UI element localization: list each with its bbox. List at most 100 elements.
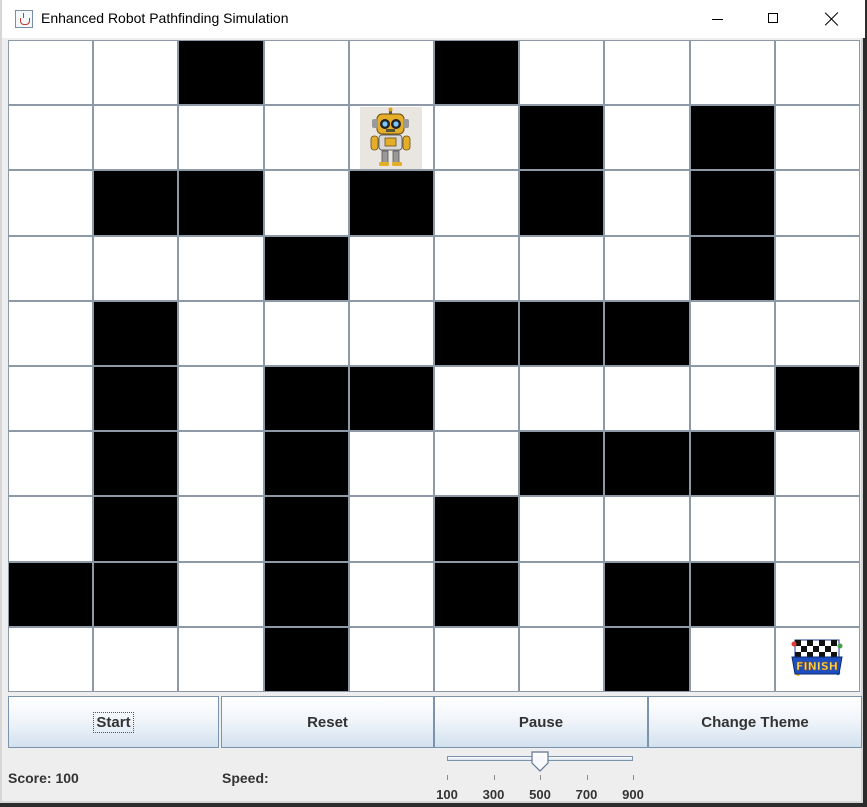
grid-cell-wall xyxy=(264,367,348,431)
grid-cell-wall xyxy=(690,171,774,235)
reset-button-label: Reset xyxy=(307,713,348,731)
grid-cell-wall xyxy=(605,562,689,626)
slider-tick xyxy=(633,775,634,780)
grid-cell-wall xyxy=(94,301,178,365)
slider-tick-label: 900 xyxy=(622,787,644,802)
grid-cell xyxy=(94,106,178,170)
grid-cell xyxy=(775,301,859,365)
grid-cell xyxy=(775,41,859,105)
grid-cell xyxy=(605,171,689,235)
maximize-button[interactable] xyxy=(750,0,796,38)
grid-cell xyxy=(264,106,348,170)
grid-cell xyxy=(349,301,433,365)
reset-button[interactable]: Reset xyxy=(221,696,434,748)
minimize-button[interactable] xyxy=(694,0,740,38)
app-window: Enhanced Robot Pathfinding Simulation FI… xyxy=(0,0,865,804)
grid-cell xyxy=(434,106,519,170)
grid-cell xyxy=(264,41,348,105)
close-icon xyxy=(825,12,839,26)
grid-cell xyxy=(94,236,178,300)
grid-cell xyxy=(264,171,348,235)
grid-cell xyxy=(775,236,859,300)
grid-cell xyxy=(349,497,433,561)
close-button[interactable] xyxy=(808,0,854,38)
grid-cell xyxy=(690,367,774,431)
grid-cell-wall xyxy=(434,301,519,365)
grid-cell-wall xyxy=(264,432,348,496)
grid-cell xyxy=(520,562,604,626)
grid-cell-wall xyxy=(690,432,774,496)
change-theme-button[interactable]: Change Theme xyxy=(648,696,862,748)
slider-tick xyxy=(586,775,588,780)
grid-cell xyxy=(179,301,263,365)
grid-cell-wall xyxy=(179,171,263,235)
grid-cell-wall xyxy=(434,41,519,105)
start-button-label: Start xyxy=(93,711,134,733)
grid-cell xyxy=(605,106,689,170)
speed-label: Speed: xyxy=(222,770,269,786)
window-title: Enhanced Robot Pathfinding Simulation xyxy=(41,10,289,26)
speed-slider[interactable]: 100 300 500 700 900 xyxy=(436,748,646,804)
grid-cell-wall xyxy=(690,236,774,300)
grid-cell xyxy=(9,301,93,365)
grid-cell xyxy=(349,562,433,626)
finish-flag-icon: FINISH xyxy=(791,639,843,677)
grid-cell xyxy=(179,367,263,431)
slider-tick xyxy=(493,775,495,780)
title-bar: Enhanced Robot Pathfinding Simulation xyxy=(2,0,865,38)
grid-cell xyxy=(520,627,604,691)
grid-cell xyxy=(349,41,433,105)
pause-button[interactable]: Pause xyxy=(434,696,648,748)
grid-cell-wall xyxy=(520,432,604,496)
slider-tick-label: 100 xyxy=(436,787,458,802)
grid-cell-wall xyxy=(775,367,859,431)
java-app-icon xyxy=(15,10,33,28)
grid-cell xyxy=(690,41,774,105)
maximize-icon xyxy=(768,13,778,23)
pause-button-label: Pause xyxy=(518,713,564,731)
grid-cell-wall xyxy=(264,562,348,626)
slider-tick-label: 700 xyxy=(575,787,598,802)
grid-cell xyxy=(775,432,859,496)
grid-cell-wall xyxy=(264,236,348,300)
grid-cell xyxy=(605,236,689,300)
grid-cell xyxy=(94,627,178,691)
grid-cell xyxy=(179,627,263,691)
change-theme-button-label: Change Theme xyxy=(701,713,809,731)
grid-cell xyxy=(94,41,178,105)
grid-cell xyxy=(605,41,689,105)
minimize-icon xyxy=(712,19,723,20)
grid-cell-wall xyxy=(349,367,433,431)
score-label: Score: 100 xyxy=(8,770,79,786)
grid-cell-wall xyxy=(520,171,604,235)
grid-cell-wall xyxy=(94,432,178,496)
grid-cell-wall xyxy=(349,171,433,235)
grid-cell xyxy=(605,367,689,431)
grid-cell-wall xyxy=(179,41,263,105)
grid-cell xyxy=(775,106,859,170)
grid-cell xyxy=(179,497,263,561)
grid-cell xyxy=(349,236,433,300)
grid-cell-wall xyxy=(605,432,689,496)
grid-cell xyxy=(520,41,604,105)
grid-cell-wall xyxy=(94,562,178,626)
grid-cell xyxy=(349,106,433,170)
start-button[interactable]: Start xyxy=(8,696,219,748)
grid-cell xyxy=(179,562,263,626)
grid-cell-wall xyxy=(605,301,689,365)
grid-cell-wall xyxy=(434,562,519,626)
grid-cell xyxy=(775,562,859,626)
robot-icon xyxy=(360,106,423,169)
slider-tick-label: 300 xyxy=(482,787,505,802)
grid-cell xyxy=(9,367,93,431)
grid-cell-wall xyxy=(264,627,348,691)
grid-cell-wall xyxy=(94,497,178,561)
grid-cell xyxy=(690,301,774,365)
grid-cell: FINISH xyxy=(775,627,859,691)
grid-cell xyxy=(434,171,519,235)
grid-cell xyxy=(434,236,519,300)
grid-cell xyxy=(349,627,433,691)
slider-thumb[interactable] xyxy=(530,751,550,773)
grid-cell xyxy=(520,367,604,431)
grid-cell xyxy=(9,41,93,105)
